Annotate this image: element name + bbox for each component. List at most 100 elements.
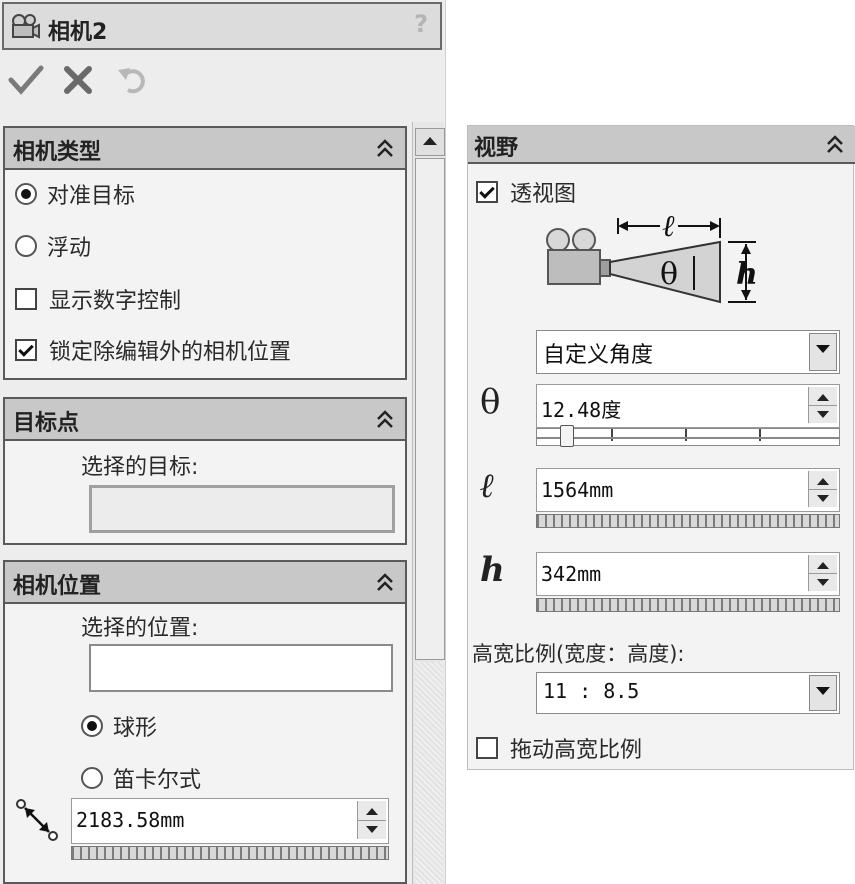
field-of-view-header[interactable]: 视野	[468, 126, 855, 164]
ok-button[interactable]	[8, 64, 44, 96]
radio-label: 笛卡尔式	[113, 768, 202, 793]
checkbox-label: 透视图	[510, 182, 577, 207]
camera-type-header[interactable]: 相机类型	[5, 128, 405, 170]
radio-label: 对准目标	[47, 184, 136, 209]
panel-title: 相机2	[48, 20, 108, 45]
fov-preset-dropdown[interactable]: 自定义角度	[536, 330, 840, 374]
theta-spinner[interactable]	[808, 387, 837, 423]
slider-tick	[611, 429, 613, 441]
fov-preset-value: 自定义角度	[543, 343, 654, 368]
checkbox-label: 显示数字控制	[49, 289, 182, 314]
camera-icon	[12, 14, 40, 39]
distance-spinner[interactable]	[357, 801, 386, 839]
scroll-up-button[interactable]	[415, 128, 445, 156]
checkbox-box[interactable]	[476, 181, 498, 203]
distance-icon	[16, 799, 58, 841]
camera-position-header[interactable]: 相机位置	[5, 562, 405, 604]
radio-dot[interactable]	[81, 767, 103, 789]
spin-down-icon[interactable]	[809, 573, 837, 591]
title-bar: 相机2 ?	[2, 2, 442, 50]
aspect-ratio-label: 高宽比例(宽度：高度):	[472, 642, 685, 666]
spin-down-icon[interactable]	[809, 489, 837, 507]
checkbox-label: 拖动高宽比例	[510, 738, 643, 763]
target-point-header[interactable]: 目标点	[5, 399, 405, 441]
scroll-track[interactable]	[415, 662, 443, 884]
theta-symbol: θ	[480, 382, 501, 422]
target-selection-box[interactable]	[89, 485, 395, 533]
scroll-thumb[interactable]	[415, 158, 445, 660]
l-thumbwheel[interactable]	[536, 514, 840, 528]
spin-up-icon[interactable]	[809, 555, 837, 574]
spin-down-icon[interactable]	[809, 405, 837, 423]
field-of-view-panel: 视野 透视图 ℓ θ h 自定义角度 θ 12.48度 ℓ 1564mm h 3…	[467, 125, 855, 770]
collapse-icon[interactable]	[373, 136, 397, 160]
theta-value: 12.48度	[541, 398, 622, 422]
checkbox-label: 锁定除编辑外的相机位置	[49, 340, 292, 365]
radio-label: 浮动	[47, 236, 92, 261]
theta-slider[interactable]	[536, 425, 840, 447]
camera-type-panel: 相机类型 对准目标 浮动 显示数字控制 锁定除编辑外的相机位置	[3, 126, 407, 380]
distance-thumbwheel[interactable]	[71, 846, 389, 860]
field-of-view-title: 视野	[474, 136, 519, 161]
l-spinner[interactable]	[808, 471, 837, 507]
l-value: 1564mm	[541, 478, 614, 502]
spin-up-icon[interactable]	[809, 471, 837, 490]
slider-tick	[685, 429, 687, 441]
spin-up-icon[interactable]	[809, 387, 837, 406]
camera-icon	[546, 228, 611, 285]
theta-input[interactable]: 12.48度	[536, 384, 840, 428]
target-point-title: 目标点	[13, 411, 80, 436]
slider-track	[537, 437, 839, 439]
radio-dot[interactable]	[15, 183, 37, 205]
spin-up-icon[interactable]	[358, 801, 386, 821]
l-input[interactable]: 1564mm	[536, 468, 840, 512]
camera-type-title: 相机类型	[13, 140, 102, 165]
radio-dot[interactable]	[15, 235, 37, 257]
camera-position-title: 相机位置	[13, 574, 102, 599]
h-value: 342mm	[541, 562, 602, 586]
diagram-h-label: h	[736, 257, 758, 292]
radio-aim-target[interactable]: 对准目标	[15, 178, 135, 210]
property-manager-left: 相机2 ? 相机类型 对准目标 浮动 显示数字控制 锁定除编辑外的相机位置 目标…	[0, 0, 446, 884]
collapse-icon[interactable]	[373, 407, 397, 431]
checkbox-drag-aspect[interactable]: 拖动高宽比例	[476, 732, 642, 764]
checkbox-show-numeric[interactable]: 显示数字控制	[15, 283, 181, 315]
select-target-label: 选择的目标:	[81, 455, 199, 480]
undo-button[interactable]	[116, 64, 150, 96]
slider-thumb[interactable]	[560, 425, 574, 447]
distance-input[interactable]: 2183.58mm	[71, 798, 389, 844]
target-point-panel: 目标点 选择的目标:	[3, 397, 407, 545]
diagram-l-label: ℓ	[662, 212, 675, 244]
checkbox-box[interactable]	[476, 737, 498, 759]
aspect-ratio-value: 11 : 8.5	[543, 679, 640, 703]
help-icon[interactable]: ?	[414, 10, 428, 38]
spin-down-icon[interactable]	[358, 820, 386, 839]
radio-dot[interactable]	[81, 715, 103, 737]
aspect-ratio-dropdown[interactable]: 11 : 8.5	[536, 672, 840, 714]
h-symbol: h	[480, 550, 505, 590]
dropdown-arrow-icon[interactable]	[809, 675, 837, 711]
collapse-icon[interactable]	[373, 570, 397, 594]
h-spinner[interactable]	[808, 555, 837, 591]
slider-tick	[759, 429, 761, 441]
radio-spherical[interactable]: 球形	[81, 710, 157, 742]
position-selection-box[interactable]	[89, 644, 393, 692]
h-thumbwheel[interactable]	[536, 598, 840, 612]
radio-cartesian[interactable]: 笛卡尔式	[81, 762, 201, 794]
scrollbar[interactable]	[412, 122, 445, 884]
collapse-icon[interactable]	[823, 132, 847, 156]
checkbox-box[interactable]	[15, 339, 37, 361]
cancel-button[interactable]	[62, 64, 94, 96]
select-position-label: 选择的位置:	[81, 616, 199, 641]
distance-value: 2183.58mm	[76, 808, 185, 832]
diagram-theta-label: θ	[660, 257, 678, 292]
camera-position-panel: 相机位置 选择的位置: 球形 笛卡尔式 2183.58mm	[3, 560, 407, 884]
dropdown-arrow-icon[interactable]	[809, 333, 837, 371]
radio-floating[interactable]: 浮动	[15, 230, 91, 262]
radio-label: 球形	[113, 716, 158, 741]
h-input[interactable]: 342mm	[536, 552, 840, 596]
l-symbol: ℓ	[480, 466, 495, 506]
checkbox-lock-position[interactable]: 锁定除编辑外的相机位置	[15, 334, 291, 366]
checkbox-box[interactable]	[15, 288, 37, 310]
checkbox-perspective[interactable]: 透视图	[476, 176, 576, 208]
